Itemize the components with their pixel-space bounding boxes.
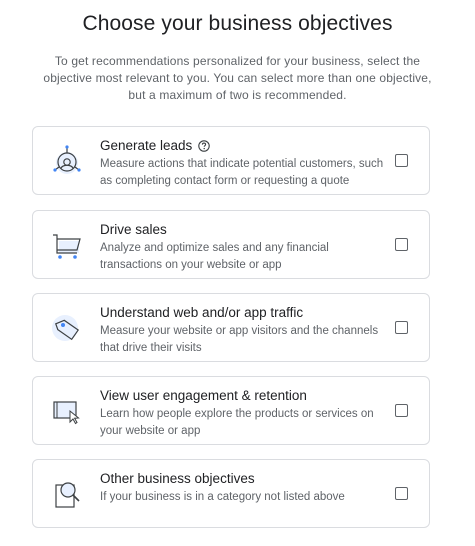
objective-description: Measure actions that indicate potential … [100, 158, 384, 187]
objective-card-other-objectives[interactable]: Other business objectives If your busine… [32, 459, 430, 528]
objective-title: Other business objectives [100, 471, 255, 486]
shopping-cart-icon [49, 227, 85, 263]
objective-description: Analyze and optimize sales and any finan… [100, 242, 329, 271]
target-person-icon [49, 143, 85, 179]
objective-checkbox[interactable] [395, 321, 408, 334]
objective-title: Drive sales [100, 222, 167, 237]
objective-checkbox[interactable] [395, 404, 408, 417]
objective-card-generate-leads[interactable]: Generate leads Measure actions that indi… [32, 126, 430, 195]
objective-title: Understand web and/or app traffic [100, 305, 304, 320]
page-subtitle: To get recommendations personalized for … [43, 54, 432, 102]
objective-card-drive-sales[interactable]: Drive sales Analyze and optimize sales a… [32, 210, 430, 279]
objective-checkbox[interactable] [395, 487, 408, 500]
help-icon[interactable] [198, 139, 211, 152]
objective-checkbox[interactable] [395, 238, 408, 251]
objective-description: If your business is in a category not li… [100, 491, 345, 503]
objective-description: Measure your website or app visitors and… [100, 325, 379, 354]
page-title: Choose your business objectives [82, 12, 393, 35]
objective-description: Learn how people explore the products or… [100, 408, 374, 437]
magnifier-document-icon [49, 476, 85, 512]
screen-cursor-icon [49, 393, 85, 429]
objective-card-user-engagement[interactable]: View user engagement & retention Learn h… [32, 376, 430, 445]
objective-title: Generate leads [100, 138, 193, 153]
objective-checkbox[interactable] [395, 154, 408, 167]
tag-icon [49, 310, 85, 346]
objective-card-understand-traffic[interactable]: Understand web and/or app traffic Measur… [32, 293, 430, 362]
objective-title: View user engagement & retention [100, 388, 307, 403]
